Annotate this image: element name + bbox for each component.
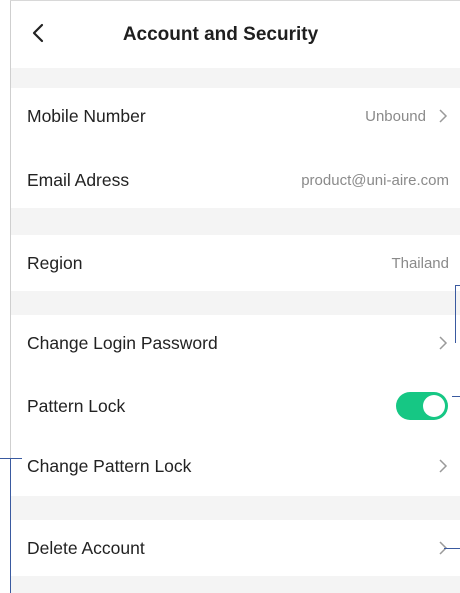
annotation-line	[455, 285, 460, 286]
delete-account-row[interactable]: Delete Account	[11, 520, 460, 576]
toggle-knob	[423, 395, 445, 417]
region-label: Region	[27, 252, 83, 273]
page-title: Account and Security	[122, 24, 319, 45]
header-bar: Account and Security	[11, 1, 460, 68]
account-security-screen: Account and Security Mobile Number Unbou…	[0, 0, 460, 593]
mobile-number-row[interactable]: Mobile Number Unbound	[11, 88, 460, 144]
chevron-right-icon	[439, 336, 448, 350]
chevron-right-icon	[439, 109, 448, 123]
mobile-number-value: Unbound	[365, 107, 426, 125]
pattern-lock-row: Pattern Lock	[11, 378, 460, 434]
change-pattern-lock-label: Change Pattern Lock	[27, 455, 192, 476]
change-pattern-lock-row[interactable]: Change Pattern Lock	[11, 438, 460, 494]
change-login-password-row[interactable]: Change Login Password	[11, 315, 460, 371]
pattern-lock-label: Pattern Lock	[27, 395, 126, 416]
section-divider	[11, 496, 460, 520]
section-divider	[11, 576, 460, 593]
delete-account-label: Delete Account	[27, 537, 145, 558]
email-address-row: Email Adress product@uni-aire.com	[11, 152, 460, 208]
email-address-value: product@uni-aire.com	[301, 171, 449, 189]
section-divider	[11, 208, 460, 235]
annotation-line	[444, 548, 460, 549]
change-login-password-label: Change Login Password	[27, 332, 218, 353]
region-row[interactable]: Region Thailand	[11, 235, 460, 291]
chevron-right-icon	[439, 459, 448, 473]
region-value: Thailand	[391, 254, 449, 272]
annotation-line	[0, 458, 22, 459]
annotation-line	[455, 285, 456, 343]
annotation-line	[10, 458, 11, 593]
annotation-line	[452, 396, 460, 397]
pattern-lock-toggle[interactable]	[396, 392, 448, 420]
section-divider	[11, 291, 460, 315]
mobile-number-label: Mobile Number	[27, 105, 146, 126]
section-divider	[11, 68, 460, 88]
email-address-label: Email Adress	[27, 169, 130, 190]
